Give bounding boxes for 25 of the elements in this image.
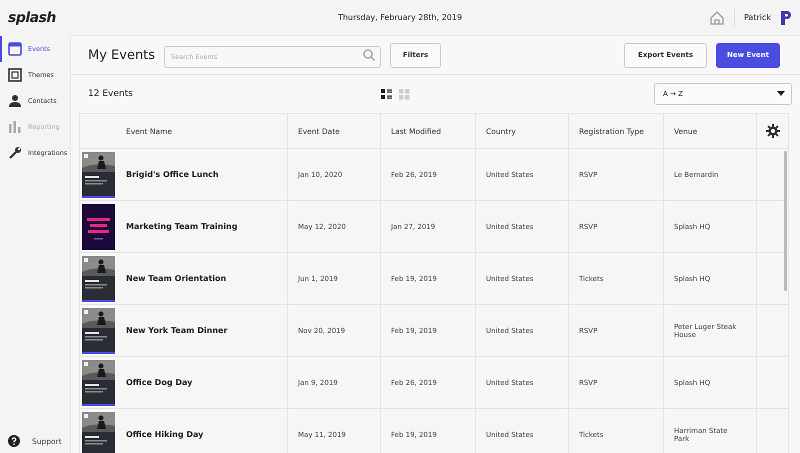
event-count: 12 Events bbox=[88, 89, 134, 99]
event-name[interactable]: Office Dog Day bbox=[120, 357, 288, 408]
help-icon bbox=[8, 435, 20, 447]
search-icon bbox=[363, 49, 375, 61]
calendar-icon bbox=[8, 42, 22, 56]
scrollbar[interactable] bbox=[784, 151, 787, 291]
user-name[interactable]: Patrick bbox=[744, 13, 771, 22]
template-icon bbox=[8, 68, 22, 82]
event-name[interactable]: New Team Orientation bbox=[120, 253, 288, 304]
logo[interactable]: splash bbox=[8, 10, 56, 26]
wrench-icon bbox=[8, 146, 22, 160]
grid-view-icon[interactable] bbox=[399, 88, 410, 100]
event-name[interactable]: Brigid's Office Lunch bbox=[120, 149, 288, 200]
brand-icon bbox=[780, 10, 792, 26]
event-name[interactable]: New York Team Dinner bbox=[120, 305, 288, 356]
home-icon[interactable] bbox=[708, 10, 725, 26]
current-date: Thursday, February 28th, 2019 bbox=[336, 13, 464, 22]
bar-chart-icon bbox=[8, 120, 22, 134]
list-view-icon[interactable] bbox=[381, 88, 392, 100]
event-name[interactable]: Office Hiking Day bbox=[120, 409, 288, 453]
event-name[interactable]: Marketing Team Training bbox=[120, 201, 288, 252]
settings-icon[interactable] bbox=[766, 124, 780, 138]
caret-icon bbox=[777, 91, 785, 97]
person-icon bbox=[8, 94, 22, 108]
page-title: My Events bbox=[88, 48, 156, 62]
